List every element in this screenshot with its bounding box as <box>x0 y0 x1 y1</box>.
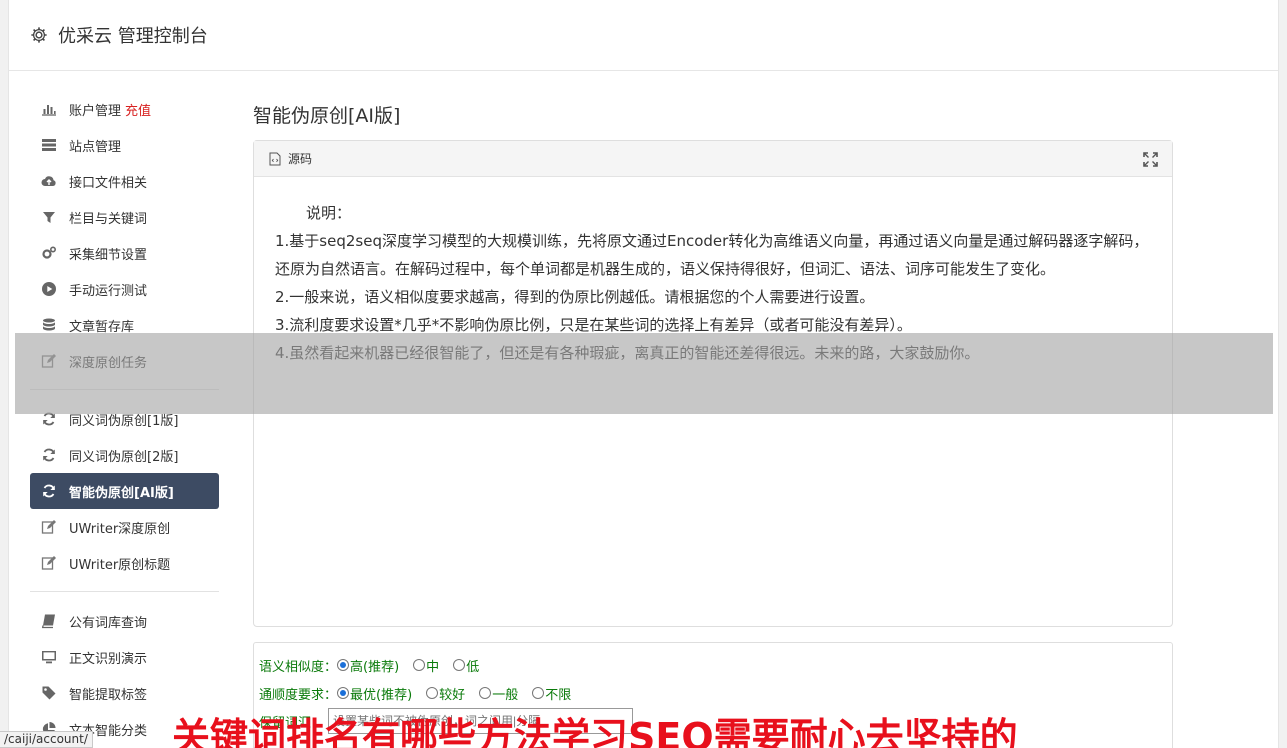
status-bar-url: /caiji/account/ <box>0 731 93 748</box>
edit-icon <box>40 519 58 535</box>
panel-header: 源码 <box>254 141 1172 177</box>
sidebar-item-label: 智能提取标签 <box>69 687 148 703</box>
similarity-radio-2[interactable]: 低 <box>453 656 479 675</box>
fluency-radio-3[interactable]: 不限 <box>532 684 571 703</box>
fluency-radio-2[interactable]: 一般 <box>479 684 518 703</box>
radio-label: 低 <box>466 659 480 675</box>
refresh-icon <box>40 483 58 499</box>
radio-circle[interactable] <box>479 687 492 699</box>
gears-icon <box>40 245 58 261</box>
radio-label: 不限 <box>545 687 572 703</box>
sidebar-item-label: 正文识别演示 <box>69 651 148 667</box>
sidebar-item-group1-7[interactable]: 深度原创任务 <box>30 343 219 379</box>
file-code-icon <box>269 152 281 165</box>
sidebar-item-label: 同义词伪原创[1版] <box>69 413 179 429</box>
sidebar-item-label: 同义词伪原创[2版] <box>69 449 179 465</box>
radio-label: 高(推荐) <box>350 659 400 675</box>
sidebar-item-group1-1[interactable]: 站点管理 <box>30 127 219 163</box>
sidebar-item-group1-6[interactable]: 文章暂存库 <box>30 307 219 343</box>
sidebar-item-label: 手动运行测试 <box>69 283 148 299</box>
book-icon <box>40 613 58 629</box>
radio-circle[interactable] <box>337 659 350 671</box>
sidebar-item-label: 智能伪原创[AI版] <box>69 485 174 501</box>
cloud-upload-icon <box>40 173 58 189</box>
sidebar-item-label: 公有词库查询 <box>69 615 148 631</box>
sidebar-item-label: UWriter深度原创 <box>69 521 171 537</box>
sidebar-item-group2-4[interactable]: UWriter原创标题 <box>30 545 219 581</box>
sidebar-item-label: 接口文件相关 <box>69 175 148 191</box>
radio-circle[interactable] <box>453 659 466 671</box>
sidebar-item-label: 站点管理 <box>69 139 122 155</box>
bar-chart-icon <box>40 101 58 117</box>
sidebar-item-group2-1[interactable]: 同义词伪原创[2版] <box>30 437 219 473</box>
refresh-icon <box>40 447 58 463</box>
sidebar-item-group2-3[interactable]: UWriter深度原创 <box>30 509 219 545</box>
similarity-label: 语义相似度： <box>259 659 338 675</box>
edit-icon <box>40 555 58 571</box>
desc-line-3: 3.流利度要求设置*几乎*不影响伪原比例，只是在某些词的选择上有差异（或者可能没… <box>275 316 912 334</box>
gear-icon <box>31 27 47 43</box>
edit-icon <box>40 353 58 369</box>
refresh-icon <box>40 411 58 427</box>
sidebar-item-label: 深度原创任务 <box>69 355 148 371</box>
sidebar-item-label: 文章暂存库 <box>69 319 135 335</box>
filter-icon <box>40 209 58 225</box>
panel-header-label: 源码 <box>288 152 313 166</box>
sidebar-item-label: 采集细节设置 <box>69 247 148 263</box>
desc-line-1: 1.基于seq2seq深度学习模型的大规模训练，先将原文通过Encoder转化为… <box>275 232 1149 278</box>
tag-icon <box>40 685 58 701</box>
radio-label: 最优(推荐) <box>350 687 413 703</box>
sidebar-item-group3-0[interactable]: 公有词库查询 <box>30 603 219 639</box>
desc-line-4: 4.虽然看起来机器已经很智能了，但还是有各种瑕疵，离真正的智能还差得很远。未来的… <box>275 344 980 362</box>
sidebar-item-group3-1[interactable]: 正文识别演示 <box>30 639 219 675</box>
sidebar-item-group1-4[interactable]: 采集细节设置 <box>30 235 219 271</box>
sidebar-item-label: UWriter原创标题 <box>69 557 171 573</box>
radio-label: 中 <box>426 659 440 675</box>
app-frame: 优采云 管理控制台 账户管理 充值站点管理接口文件相关 栏目与关键词 采集细节设置 手动… <box>8 0 1279 748</box>
fluency-row: 通顺度要求： 最优(推荐) 较好 一般 不限 <box>259 679 1172 707</box>
intro-label: 说明： <box>306 204 352 222</box>
radio-circle[interactable] <box>426 687 439 699</box>
server-icon <box>40 137 58 153</box>
console-title: 优采云 管理控制台 <box>58 26 208 47</box>
sidebar-divider <box>30 389 219 390</box>
fluency-radio-0[interactable]: 最优(推荐) <box>337 684 412 703</box>
similarity-radio-1[interactable]: 中 <box>413 656 439 675</box>
radio-circle[interactable] <box>532 687 545 699</box>
radio-circle[interactable] <box>337 687 350 699</box>
database-icon <box>40 317 58 333</box>
fluency-label: 通顺度要求： <box>259 687 338 703</box>
sidebar-item-group2-0[interactable]: 同义词伪原创[1版] <box>30 401 219 437</box>
sidebar: 账户管理 充值站点管理接口文件相关 栏目与关键词 采集细节设置 手动运行测试 文章暂存库深… <box>30 91 219 747</box>
desc-line-2: 2.一般来说，语义相似度要求越高，得到的伪原比例越低。请根据您的个人需要进行设置… <box>275 288 875 306</box>
sidebar-item-group1-0[interactable]: 账户管理 充值 <box>30 91 219 127</box>
sidebar-item-label: 栏目与关键词 <box>69 211 148 227</box>
expand-icon[interactable] <box>1143 152 1158 167</box>
similarity-radio-0[interactable]: 高(推荐) <box>337 656 399 675</box>
recharge-link[interactable]: 充值 <box>125 100 151 119</box>
promo-banner-text: 关键词排名有哪些方法学习SEO需要耐心去坚持的 <box>172 715 1018 748</box>
sidebar-item-group1-3[interactable]: 栏目与关键词 <box>30 199 219 235</box>
radio-label: 一般 <box>492 687 519 703</box>
sidebar-item-label: 账户管理 <box>69 103 122 119</box>
sidebar-divider <box>30 591 219 592</box>
similarity-row: 语义相似度： 高(推荐) 中 低 <box>259 651 1172 679</box>
radio-label: 较好 <box>439 687 466 703</box>
fluency-radio-1[interactable]: 较好 <box>426 684 465 703</box>
sidebar-item-group1-2[interactable]: 接口文件相关 <box>30 163 219 199</box>
radio-circle[interactable] <box>413 659 426 671</box>
source-panel: 源码 说明： 1.基于seq2seq深度学习模型的大规模训练，先将原文通过Enc… <box>253 140 1173 627</box>
panel-body: 说明： 1.基于seq2seq深度学习模型的大规模训练，先将原文通过Encode… <box>254 177 1172 367</box>
page-title: 智能伪原创[AI版] <box>253 105 401 127</box>
sidebar-item-group2-2[interactable]: 智能伪原创[AI版] <box>30 473 219 509</box>
top-bar: 优采云 管理控制台 <box>9 0 1278 71</box>
monitor-icon <box>40 649 58 665</box>
sidebar-item-group1-5[interactable]: 手动运行测试 <box>30 271 219 307</box>
play-icon <box>40 281 58 297</box>
